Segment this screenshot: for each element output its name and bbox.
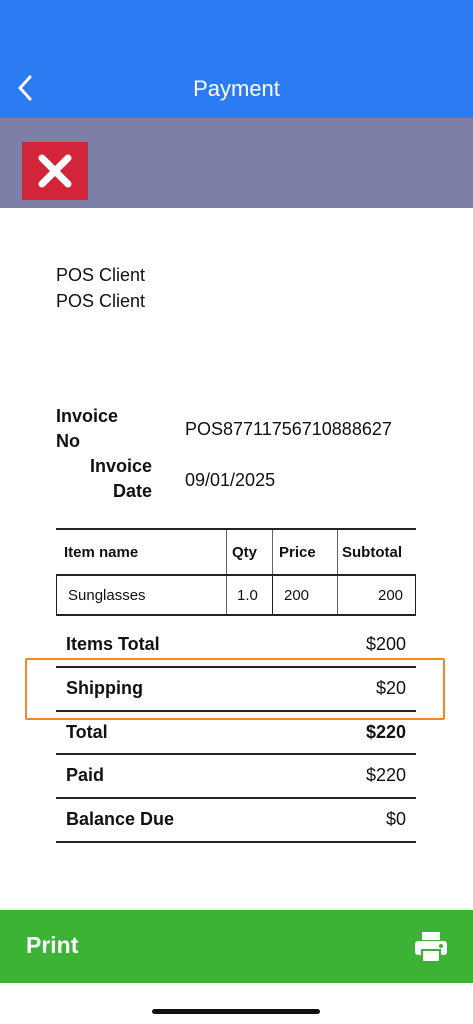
invoice-no-value: POS8771175671088862​7 bbox=[185, 419, 392, 439]
close-icon bbox=[38, 154, 72, 188]
summary-label: Paid bbox=[66, 765, 105, 785]
summary-label: Items Total bbox=[66, 634, 160, 654]
invoice-no-label-line1: Invoice bbox=[56, 406, 119, 426]
cell-divider bbox=[272, 574, 273, 616]
item-price-cell: 200 bbox=[284, 587, 310, 604]
client-name: POS Client bbox=[56, 265, 146, 285]
invoice-date-label-line2: Date bbox=[112, 481, 152, 501]
print-button[interactable]: Print bbox=[0, 910, 473, 983]
summary-value: $0 bbox=[385, 809, 406, 829]
item-subtotal-cell: 200 bbox=[378, 587, 404, 604]
item-name-cell: Sunglasses bbox=[68, 587, 146, 604]
print-label: Print bbox=[26, 932, 79, 958]
client-name-secondary: POS Client bbox=[56, 291, 146, 311]
nav-bar: Payment bbox=[0, 58, 473, 118]
summary-row-balance-due: Balance Due $0 bbox=[56, 797, 416, 840]
invoice-date-label: Invoice Date bbox=[82, 454, 152, 504]
column-header-qty: Qty bbox=[232, 544, 258, 561]
summary-label: Total bbox=[66, 722, 108, 742]
close-button[interactable] bbox=[22, 142, 88, 200]
invoice-date-label-line1: Invoice bbox=[89, 456, 152, 476]
invoice-no-label: Invoice No bbox=[56, 404, 118, 454]
printer-icon bbox=[415, 932, 447, 963]
summary-value: $220 bbox=[365, 722, 406, 742]
column-header-item-name: Item name bbox=[64, 544, 139, 561]
highlight-box bbox=[25, 658, 445, 720]
status-bar bbox=[0, 0, 473, 58]
summary-row-paid: Paid $220 bbox=[56, 753, 416, 796]
item-qty-cell: 1.0 bbox=[237, 587, 258, 604]
column-header-subtotal: Subtotal bbox=[342, 544, 402, 561]
home-indicator bbox=[152, 1009, 320, 1014]
row-divider bbox=[56, 841, 416, 843]
summary-label: Balance Due bbox=[66, 809, 175, 829]
invoice-no-label-line2: No bbox=[56, 431, 80, 451]
page-title: Payment bbox=[193, 76, 280, 101]
invoice-date-value: 09/01/2025 bbox=[185, 470, 276, 490]
table-top-border bbox=[56, 528, 416, 530]
summary-value: $220 bbox=[365, 765, 406, 785]
client-info: POS Client POS Client bbox=[56, 262, 145, 314]
summary-value: $200 bbox=[365, 634, 406, 654]
toolbar bbox=[0, 118, 473, 208]
column-header-price: Price bbox=[279, 544, 316, 561]
